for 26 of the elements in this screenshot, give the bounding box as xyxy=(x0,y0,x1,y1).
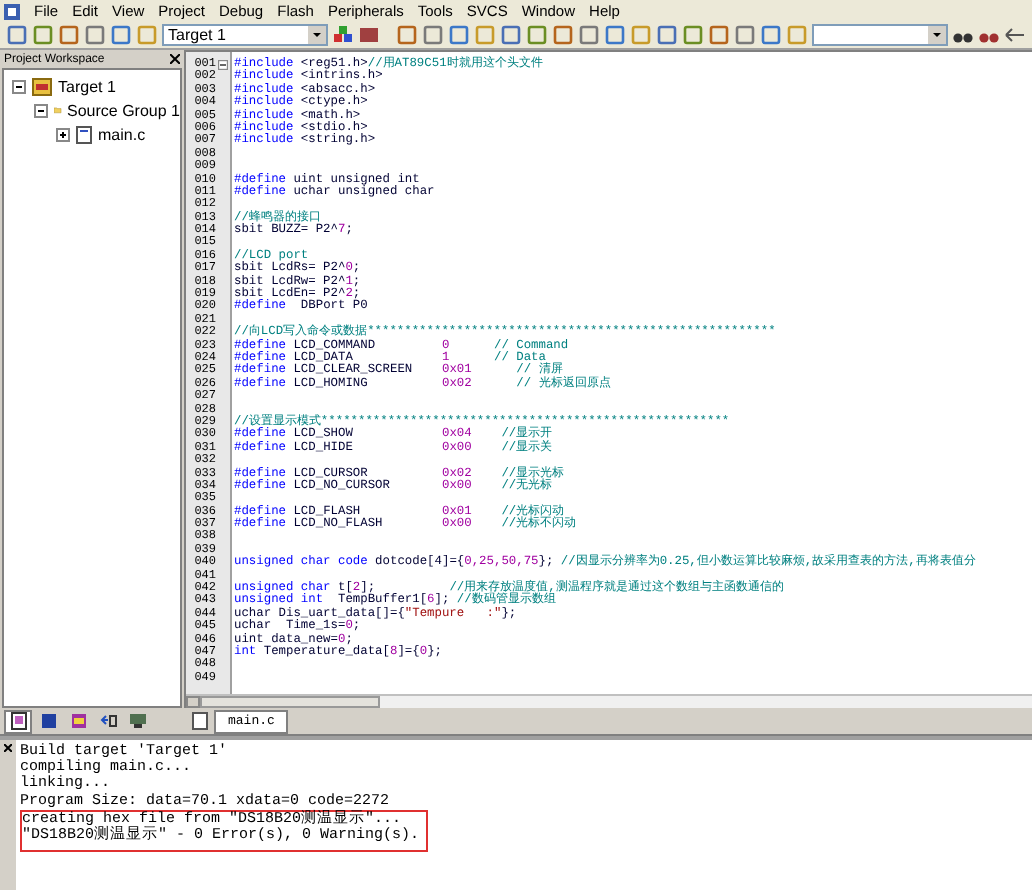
collapse-toggle[interactable] xyxy=(12,79,26,93)
panel-tab[interactable] xyxy=(124,709,152,733)
collapse-toggle[interactable] xyxy=(34,103,48,117)
target-icon xyxy=(32,77,52,95)
scroll-left-button[interactable] xyxy=(186,696,200,708)
panel-tab[interactable] xyxy=(4,709,32,733)
tree-item[interactable]: Target 1 xyxy=(58,77,116,95)
expand-toggle[interactable] xyxy=(56,127,70,141)
document-icon xyxy=(9,712,27,730)
components-icon[interactable] xyxy=(331,24,354,46)
app-icon xyxy=(4,3,20,19)
folder-icon xyxy=(54,102,62,118)
document-icon xyxy=(192,712,208,730)
horizontal-scrollbar[interactable] xyxy=(186,694,1032,708)
target-dropdown[interactable]: Target 1 xyxy=(162,24,328,46)
close-icon[interactable] xyxy=(4,744,12,752)
caret-icon xyxy=(307,26,326,44)
file-icon xyxy=(76,125,92,143)
scroll-thumb[interactable] xyxy=(200,696,380,708)
tree-item[interactable]: main.c xyxy=(98,125,146,143)
close-icon[interactable] xyxy=(170,54,180,64)
caret-icon xyxy=(927,26,946,44)
fold-icon[interactable] xyxy=(218,59,228,70)
back-arrow-icon[interactable] xyxy=(1003,24,1026,46)
book-icon xyxy=(69,712,87,730)
tree-item[interactable]: Source Group 1 xyxy=(67,101,180,119)
